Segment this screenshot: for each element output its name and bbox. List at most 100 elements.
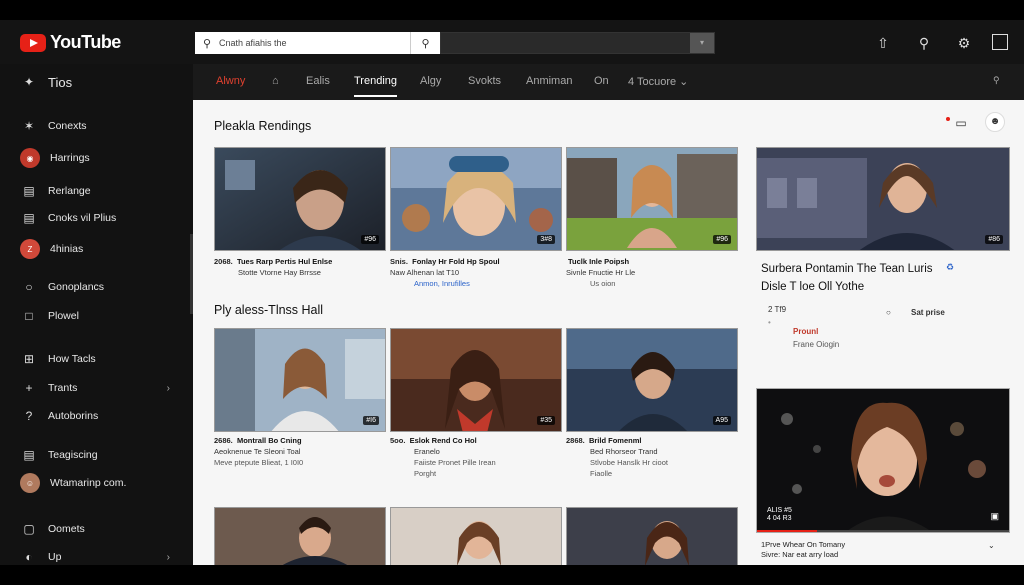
chevron-down-icon[interactable]: ⌄ <box>988 541 995 550</box>
sidebar-item-label: Autoborins <box>48 410 99 422</box>
sidebar: ✦ Tios ✶ Conexts ◉ Harrings ▤ Rerlange ▤… <box>0 64 193 565</box>
tab-svokts[interactable]: Svokts <box>468 75 501 87</box>
search-input[interactable]: Cnath afiahis the <box>219 38 410 48</box>
tab-ealis[interactable]: Ealis <box>306 75 330 87</box>
search-extension-field[interactable] <box>440 32 715 54</box>
section-title: Ply aless-Tlnss Hall <box>214 303 324 317</box>
video-thumbnail[interactable]: #I6 <box>214 328 386 432</box>
search-button[interactable]: ⚲ <box>410 32 440 54</box>
video-channel[interactable]: Sivnle Fnuctie Hr Lle <box>566 267 738 278</box>
search-icon[interactable]: ⚲ <box>993 75 1000 86</box>
masthead: YouTube ⚲ Cnath afiahis the ⚲ ▾ ⇧ ⚲ ⚙ <box>0 20 1024 64</box>
video-stats: Anmon, Inrufilles <box>390 278 562 289</box>
bullet-icon: • <box>768 318 771 327</box>
duration-badge: A95 <box>712 416 731 425</box>
video-stats-text[interactable]: Anmon, Inrufilles <box>414 279 470 288</box>
video-thumbnail[interactable]: 3#8 <box>390 147 562 251</box>
featured-video-player[interactable]: ALIS #5 4 04 R3 ▣ <box>756 388 1010 533</box>
document-icon: ▤ <box>23 211 35 225</box>
sidebar-item-gonoplancs[interactable]: ○ Gonoplancs <box>20 277 190 297</box>
video-meta: Snis. Fonlay Hr Fold Hp Spoul Naw Alhena… <box>390 256 562 289</box>
video-title[interactable]: Montrall Bo Cning <box>237 436 302 445</box>
video-title[interactable]: Tues Rarp Pertis Hul Enlse <box>237 257 332 266</box>
video-thumbnail[interactable]: #86 <box>756 147 1010 251</box>
video-title[interactable]: Fonlay Hr Fold Hp Spoul <box>412 257 500 266</box>
video-channel[interactable]: Eranelo <box>390 446 562 457</box>
featured-title-line1: Surbera Pontamin The Tean Luris <box>761 263 933 275</box>
sidebar-item-teagiscing[interactable]: ▤ Teagiscing <box>20 445 190 465</box>
list-icon: ▤ <box>23 448 35 462</box>
account-icon[interactable]: ☻ <box>985 112 1005 132</box>
sidebar-item-plowel[interactable]: □ Plowel <box>20 306 190 326</box>
sidebar-item-label: Cnoks vil Plius <box>48 212 117 224</box>
headphones-icon: ◐ <box>25 550 33 564</box>
tab-anmiman[interactable]: Anmiman <box>526 75 572 87</box>
youtube-logo[interactable]: YouTube <box>20 32 121 53</box>
video-stats: Meve ptepute Blieat, 1 I0I0 <box>214 458 304 467</box>
channel-name[interactable]: Sat prise <box>911 308 945 317</box>
sidebar-item-harrings[interactable]: ◉ Harrings <box>20 148 190 168</box>
sidebar-item-wtamarinp[interactable]: ☺ Wtamarinp com. <box>20 473 190 493</box>
sidebar-top-label: Tios <box>48 74 73 90</box>
featured-video-title[interactable]: Surbera Pontamin The Tean Luris Disle T … <box>761 260 933 296</box>
search-bar[interactable]: ⚲ Cnath afiahis the ⚲ <box>195 32 440 54</box>
video-thumbnail[interactable] <box>566 507 738 565</box>
sidebar-item-up[interactable]: ◐ Up › <box>20 547 190 567</box>
sidebar-item-autoborins[interactable]: ? Autoborins <box>20 406 190 426</box>
voice-search-button[interactable]: ▾ <box>690 33 714 53</box>
tab-home[interactable]: ⌂ <box>272 75 279 87</box>
search-icon[interactable]: ⚲ <box>915 34 933 52</box>
sidebar-item-label: Harrings <box>50 152 90 164</box>
sidebar-item-how-tacls[interactable]: ⊞ How Tacls <box>20 349 190 369</box>
featured-sub: Frane Oiogin <box>793 340 840 349</box>
sidebar-item-label: Up <box>48 551 62 563</box>
video-extra: Fiaolle <box>590 469 613 478</box>
sidebar-item-4hinias[interactable]: Z 4hinias <box>20 239 190 259</box>
channel-avatar[interactable]: ○ <box>886 308 891 317</box>
video-thumbnail[interactable]: A95 <box>566 328 738 432</box>
fullscreen-icon[interactable]: ▣ <box>990 511 999 522</box>
sidebar-item-label: Trants <box>48 382 78 394</box>
sidebar-item-trants[interactable]: + Trants › <box>20 378 190 398</box>
duration-badge: #86 <box>985 235 1003 244</box>
video-title[interactable]: Eslok Rend Co Hol <box>410 436 477 445</box>
sidebar-item-cnoks[interactable]: ▤ Cnoks vil Plius <box>20 208 190 228</box>
video-channel[interactable]: Aeoknenue Te Sleoni Toal <box>214 446 386 457</box>
tab-alwny[interactable]: Alwny <box>216 75 245 87</box>
video-stats: Stlvobe Hanslk Hr cioot <box>590 458 668 467</box>
settings-icon[interactable]: ⚙ <box>955 34 973 52</box>
sidebar-top[interactable]: ✦ Tios <box>20 72 190 92</box>
featured-stat: 2 Tf9 <box>768 305 787 314</box>
sidebar-item-conexts[interactable]: ✶ Conexts <box>20 116 190 136</box>
video-title[interactable]: Brild Fomenml <box>589 436 642 445</box>
video-thumbnail[interactable] <box>390 507 562 565</box>
video-thumbnail[interactable] <box>214 507 386 565</box>
sidebar-item-label: Oomets <box>48 523 85 535</box>
video-thumbnail[interactable]: #35 <box>390 328 562 432</box>
tab-trending[interactable]: Trending <box>354 75 398 97</box>
featured-footer: 1Prve Whear On Tomany Sivre: Nar eat arr… <box>761 540 845 560</box>
featured-label: Prounl <box>793 327 819 336</box>
chevron-right-icon: › <box>166 382 170 394</box>
sidebar-item-oomets[interactable]: ▢ Oomets <box>20 519 190 539</box>
avatar: ◉ <box>20 148 40 168</box>
video-meta: 2686. Montrall Bo Cning Aeoknenue Te Sle… <box>214 435 386 468</box>
logo-text: YouTube <box>50 32 121 52</box>
sidebar-item-rerlange[interactable]: ▤ Rerlange <box>20 181 190 201</box>
fullscreen-icon[interactable] <box>992 34 1008 50</box>
video-stats: Us oion <box>590 279 616 288</box>
video-title[interactable]: Tuclk Inle Poipsh <box>566 256 738 267</box>
video-thumbnail[interactable]: #96 <box>566 147 738 251</box>
video-thumbnail[interactable]: #96 <box>214 147 386 251</box>
video-channel[interactable]: Bed Rhorseor Trand <box>566 446 738 457</box>
video-stats: Faiiste Pronet Pille Irean <box>414 458 496 467</box>
tab-more[interactable]: 4 Tocuore ⌄ <box>628 75 688 88</box>
video-channel[interactable]: Stotte Vtorne Hay Brrsse <box>214 267 386 278</box>
tab-on[interactable]: On <box>594 75 609 87</box>
video-channel[interactable]: Naw Alhenan lat T10 <box>390 267 562 278</box>
video-meta: 2868. Brild Fomenml Bed Rhorseor Trand S… <box>566 435 738 479</box>
video-meta: Tuclk Inle Poipsh Sivnle Fnuctie Hr Lle … <box>566 256 738 289</box>
upload-icon[interactable]: ⇧ <box>874 34 892 52</box>
cast-icon[interactable]: ▭ <box>951 114 971 134</box>
tab-algy[interactable]: Algy <box>420 75 441 87</box>
